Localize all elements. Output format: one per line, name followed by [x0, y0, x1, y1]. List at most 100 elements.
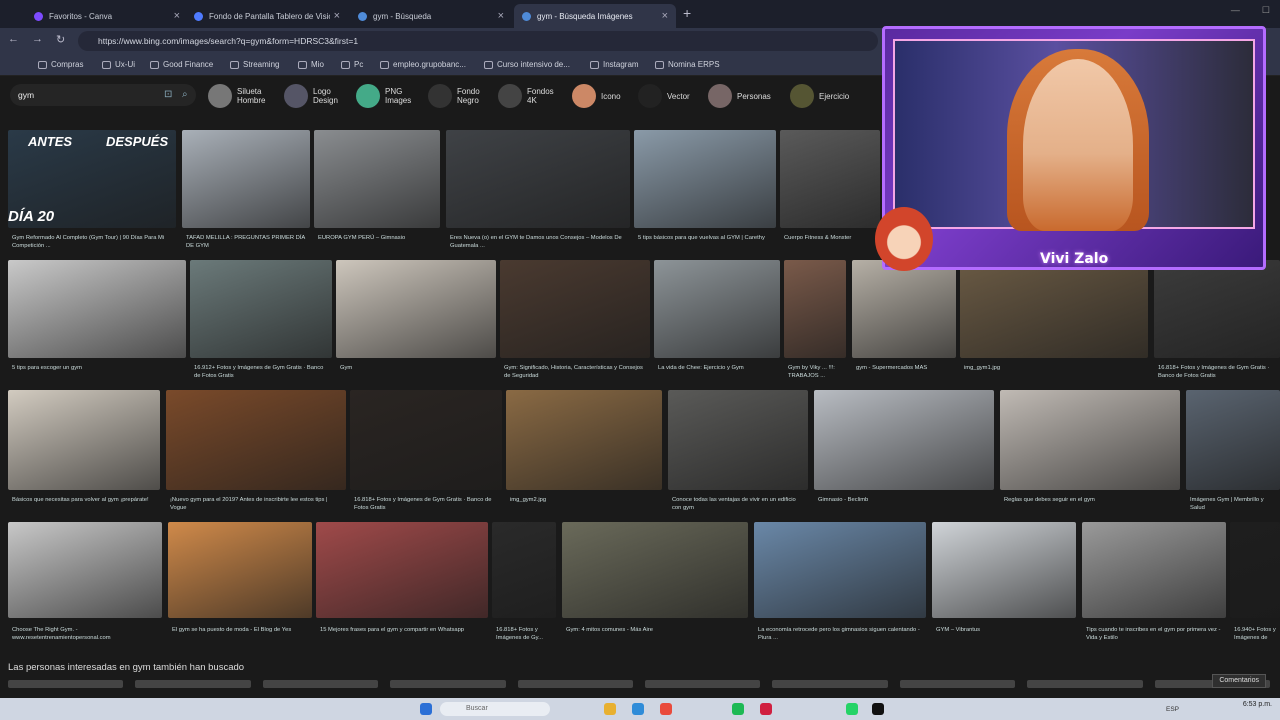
image-caption[interactable]: 16.940+ Fotos y Imágenes de G... — [1234, 626, 1278, 642]
image-result[interactable] — [500, 260, 650, 358]
image-result[interactable] — [506, 390, 662, 490]
related-chip[interactable]: PNG Images — [356, 84, 411, 108]
image-result[interactable] — [316, 522, 488, 618]
image-caption[interactable]: TAFAD MELILLA : PREGUNTAS PRIMER DÍA DE … — [186, 234, 308, 250]
image-caption[interactable]: Gym: Significado, Historia, Característi… — [504, 364, 648, 380]
image-result[interactable] — [166, 390, 346, 490]
close-tab-icon[interactable]: × — [174, 10, 180, 22]
search-input[interactable]: gym ⊡ ⌕ — [10, 84, 196, 106]
bookmark-item[interactable]: Ux-Ui — [102, 60, 135, 69]
image-result[interactable] — [1230, 522, 1280, 618]
image-caption[interactable]: Cuerpo Fitness & Monster — [784, 234, 878, 250]
image-caption[interactable]: 5 tips para escoger un gym — [12, 364, 184, 380]
image-caption[interactable]: ¡Nuevo gym para el 2019? Antes de inscri… — [170, 496, 344, 512]
related-chip[interactable]: Logo Design — [284, 84, 338, 108]
bookmark-item[interactable]: Mio — [298, 60, 324, 69]
close-tab-icon[interactable]: × — [334, 10, 340, 22]
taskbar-search[interactable]: Buscar — [440, 702, 550, 716]
image-caption[interactable]: La economía retrocede pero los gimnasios… — [758, 626, 924, 642]
image-caption[interactable]: 16.818+ Fotos y Imágenes de Gym Gratis ·… — [1158, 364, 1278, 380]
image-result[interactable] — [8, 390, 160, 490]
bookmark-item[interactable]: Compras — [38, 60, 83, 69]
image-caption[interactable]: La vida de Chee: Ejercicio y Gym — [658, 364, 778, 380]
image-caption[interactable]: Gym: 4 mitos comunes - Más Aire — [566, 626, 746, 642]
browser-tab[interactable]: Fondo de Pantalla Tablero de Visió × — [186, 4, 348, 28]
image-result[interactable] — [350, 390, 502, 490]
image-caption[interactable]: Imágenes Gym | Membrillo y Salud — [1190, 496, 1278, 512]
image-caption[interactable]: El gym se ha puesto de moda - El Blog de… — [172, 626, 310, 642]
feedback-button[interactable]: Comentarios — [1212, 674, 1266, 688]
image-result[interactable] — [314, 130, 440, 228]
image-result[interactable] — [780, 130, 880, 228]
bookmark-item[interactable]: empleo.grupobanc... — [380, 60, 466, 69]
forward-icon[interactable]: → — [32, 33, 43, 45]
image-caption[interactable]: 16.818+ Fotos y Imágenes de Gym Gratis ·… — [354, 496, 500, 512]
new-tab-button[interactable]: + — [683, 5, 691, 21]
related-chip[interactable]: Vector — [638, 84, 690, 108]
image-caption[interactable]: EUROPA GYM PERÚ – Gimnasio — [318, 234, 438, 250]
visual-search-icon[interactable]: ⊡ — [164, 84, 172, 106]
image-result[interactable] — [336, 260, 496, 358]
search-icon[interactable]: ⌕ — [182, 84, 188, 106]
image-caption[interactable]: img_gym2.jpg — [510, 496, 660, 512]
image-result[interactable] — [1082, 522, 1226, 618]
image-result[interactable] — [654, 260, 780, 358]
image-caption[interactable]: 16.912+ Fotos y Imágenes de Gym Gratis ·… — [194, 364, 330, 380]
image-result[interactable] — [784, 260, 846, 358]
image-result[interactable] — [814, 390, 994, 490]
close-tab-icon[interactable]: × — [498, 10, 504, 22]
image-result[interactable] — [182, 130, 310, 228]
image-result[interactable] — [1000, 390, 1180, 490]
image-caption[interactable]: Gym — [340, 364, 494, 380]
image-caption[interactable]: Eres Nueva (o) en el GYM te Damos unos C… — [450, 234, 628, 250]
image-caption[interactable]: Gym Reformado Al Completo (Gym Tour) | 9… — [12, 234, 174, 250]
image-result[interactable] — [562, 522, 748, 618]
image-result[interactable] — [1154, 260, 1280, 358]
image-caption[interactable]: Gym by Viky ... !!!: TRABAJOS ... — [788, 364, 844, 380]
back-icon[interactable]: ← — [8, 33, 19, 45]
image-caption[interactable]: Básicos que necesitas para volver al gym… — [12, 496, 158, 512]
image-result[interactable] — [492, 522, 556, 618]
bookmark-item[interactable]: Curso intensivo de... — [484, 60, 570, 69]
image-caption[interactable]: 15 Mejores frases para el gym y comparti… — [320, 626, 486, 642]
language-indicator[interactable]: ESP — [1166, 706, 1179, 713]
bookmark-item[interactable]: Pc — [341, 60, 363, 69]
file-explorer-icon[interactable] — [604, 703, 616, 715]
image-caption[interactable]: 5 tips básicos para que vuelvas al GYM |… — [638, 234, 774, 250]
image-result[interactable] — [960, 260, 1148, 358]
image-caption[interactable]: 16.818+ Fotos y Imágenes de Gy... — [496, 626, 554, 642]
related-chip[interactable]: Ejercicio — [790, 84, 849, 108]
tiktok-icon[interactable] — [872, 703, 884, 715]
bookmark-item[interactable]: Good Finance — [150, 60, 213, 69]
related-chip[interactable]: Fondos 4K — [498, 84, 554, 108]
image-caption[interactable]: img_gym1.jpg — [964, 364, 1146, 380]
image-result[interactable] — [190, 260, 332, 358]
image-result[interactable] — [634, 130, 776, 228]
spotify-icon[interactable] — [732, 703, 744, 715]
edge-icon[interactable] — [632, 703, 644, 715]
image-result[interactable] — [668, 390, 808, 490]
image-caption[interactable]: Gimnasio - Beclimb — [818, 496, 992, 512]
image-caption[interactable]: GYM – Vibrantus — [936, 626, 1074, 642]
image-result[interactable] — [1186, 390, 1280, 490]
image-caption[interactable]: Choose The Right Gym. - www.resetentrena… — [12, 626, 160, 642]
browser-tab[interactable]: gym - Búsqueda × — [350, 4, 512, 28]
image-result[interactable] — [168, 522, 312, 618]
image-result[interactable] — [8, 522, 162, 618]
browser-tab[interactable]: Favoritos - Canva × — [26, 4, 188, 28]
chrome-icon[interactable] — [660, 703, 672, 715]
image-caption[interactable]: Conoce todas las ventajas de vivir en un… — [672, 496, 806, 512]
whatsapp-icon[interactable] — [846, 703, 858, 715]
bookmark-item[interactable]: Instagram — [590, 60, 639, 69]
related-chip[interactable]: Personas — [708, 84, 771, 108]
image-result[interactable] — [754, 522, 926, 618]
app-icon[interactable] — [760, 703, 772, 715]
image-caption[interactable]: Tips cuando te inscribes en el gym por p… — [1086, 626, 1224, 642]
image-result[interactable] — [8, 260, 186, 358]
related-chip[interactable]: Icono — [572, 84, 621, 108]
image-result[interactable] — [932, 522, 1076, 618]
clock[interactable]: 6:53 p.m. — [1243, 700, 1272, 709]
bookmark-item[interactable]: Streaming — [230, 60, 279, 69]
close-tab-icon[interactable]: × — [662, 10, 668, 22]
minimize-icon[interactable]: — — [1231, 5, 1240, 16]
